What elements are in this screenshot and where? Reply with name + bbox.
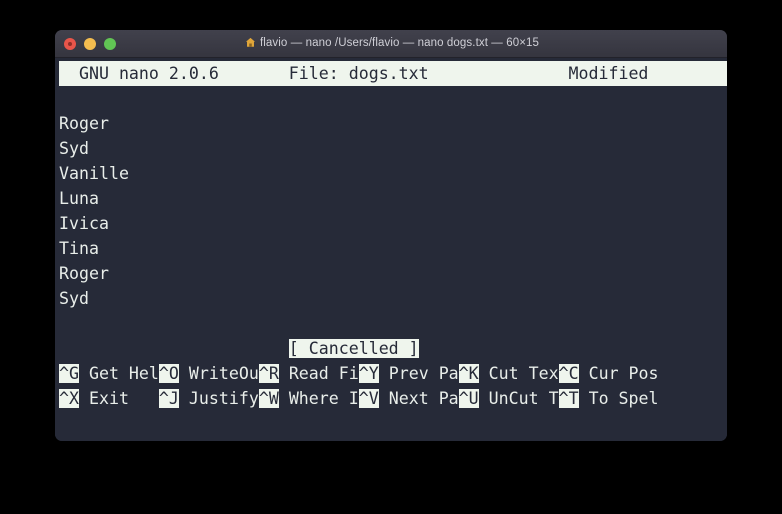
status-message: [ Cancelled ] <box>288 339 419 358</box>
shortcut-label[interactable]: UnCut T <box>479 389 559 408</box>
shortcut-bar-row-2[interactable]: ^X Exit ^J Justify^W Where I^V Next Pa^U… <box>59 386 727 411</box>
blank-row <box>59 311 727 336</box>
shortcut-label[interactable]: Justify <box>179 389 259 408</box>
shortcut-label[interactable]: Exit <box>79 389 159 408</box>
shortcut-label[interactable]: Next Pa <box>379 389 459 408</box>
shortcut-label[interactable]: To Spel <box>579 389 659 408</box>
file-line: Syd <box>59 289 89 308</box>
desktop-background: flavio — nano /Users/flavio — nano dogs.… <box>0 0 782 514</box>
shortcut-key-ctrl-c[interactable]: ^C <box>558 364 579 383</box>
terminal-screen[interactable]: GNU nano 2.0.6 File: dogs.txt Modified R… <box>55 58 727 441</box>
shortcut-label[interactable]: Get Hel <box>79 364 159 383</box>
shortcut-label[interactable]: Prev Pa <box>379 364 459 383</box>
zoom-button[interactable] <box>104 37 116 50</box>
shortcut-key-ctrl-u[interactable]: ^U <box>458 389 479 408</box>
shortcut-key-ctrl-g[interactable]: ^G <box>59 364 79 383</box>
shortcut-key-ctrl-r[interactable]: ^R <box>258 364 279 383</box>
shortcut-key-ctrl-x[interactable]: ^X <box>59 389 79 408</box>
shortcut-key-ctrl-y[interactable]: ^Y <box>358 364 379 383</box>
window-title-label: flavio — nano /Users/flavio — nano dogs.… <box>259 36 539 49</box>
shortcut-key-ctrl-w[interactable]: ^W <box>258 389 279 408</box>
shortcut-key-ctrl-v[interactable]: ^V <box>358 389 379 408</box>
file-line: Roger <box>59 264 109 283</box>
minimize-button[interactable] <box>84 37 96 50</box>
shortcut-key-ctrl-t[interactable]: ^T <box>558 389 579 408</box>
shortcut-label[interactable]: Cur Pos <box>579 364 659 383</box>
blank-row <box>59 86 727 111</box>
file-line: Syd <box>59 139 89 158</box>
file-line: Ivica <box>59 214 109 233</box>
file-line: Vanille <box>59 164 129 183</box>
window-title: flavio — nano /Users/flavio — nano dogs.… <box>55 37 727 51</box>
home-icon <box>245 37 256 51</box>
shortcut-key-ctrl-j[interactable]: ^J <box>158 389 179 408</box>
window-title-bar[interactable]: flavio — nano /Users/flavio — nano dogs.… <box>55 30 727 58</box>
file-line: Roger <box>59 114 109 133</box>
file-line: Luna <box>59 189 99 208</box>
window-controls <box>64 30 116 57</box>
terminal-window: flavio — nano /Users/flavio — nano dogs.… <box>55 30 727 441</box>
shortcut-key-ctrl-o[interactable]: ^O <box>158 364 179 383</box>
close-button[interactable] <box>64 37 76 50</box>
nano-status-bar: GNU nano 2.0.6 File: dogs.txt Modified <box>59 61 727 86</box>
file-content-area[interactable]: Roger Syd Vanille Luna Ivica Tina Roger … <box>59 111 727 311</box>
shortcut-label[interactable]: Cut Tex <box>479 364 559 383</box>
shortcut-bar-row-1[interactable]: ^G Get Hel^O WriteOu^R Read Fi^Y Prev Pa… <box>59 361 727 386</box>
shortcut-label[interactable]: Where I <box>279 389 359 408</box>
shortcut-key-ctrl-k[interactable]: ^K <box>458 364 479 383</box>
status-message-row: [ Cancelled ] <box>59 336 727 361</box>
file-line: Tina <box>59 239 99 258</box>
shortcut-label[interactable]: WriteOu <box>179 364 259 383</box>
nano-status-line: GNU nano 2.0.6 File: dogs.txt Modified <box>59 64 659 83</box>
shortcut-label[interactable]: Read Fi <box>279 364 359 383</box>
